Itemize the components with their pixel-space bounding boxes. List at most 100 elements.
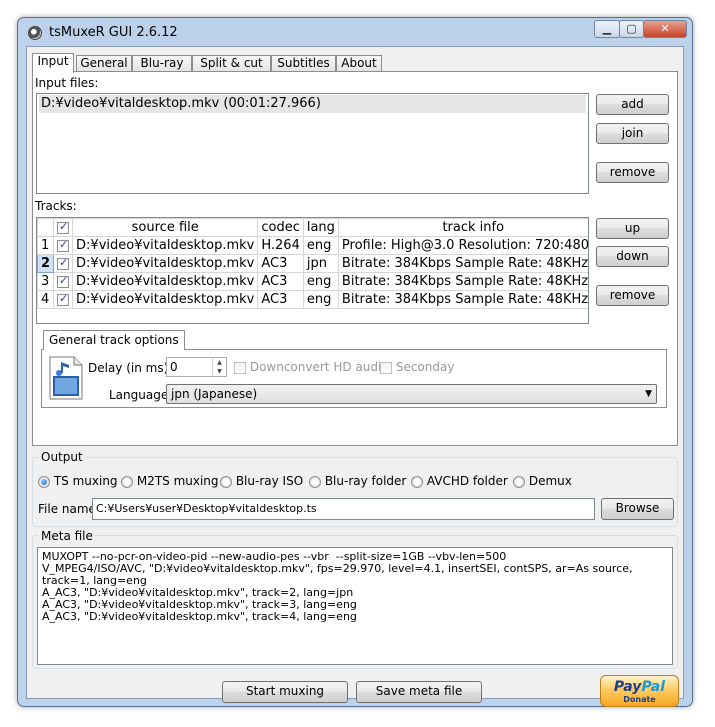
table-row[interactable]: 4 D:¥video¥vitaldesktop.mkv AC3 eng Bitr… <box>37 290 588 309</box>
app-window: tsMuxeR GUI 2.6.12 ▁ ▢ ✕ Input General B… <box>17 17 693 707</box>
delay-input[interactable]: 0 ▲ ▼ <box>166 357 227 377</box>
tab-about[interactable]: About <box>336 55 382 72</box>
secondary-label: Seconday <box>395 360 455 374</box>
add-button[interactable]: add <box>596 94 669 115</box>
radio-button[interactable] <box>411 475 423 488</box>
delay-label: Delay (in ms): <box>88 361 173 375</box>
row-number: 4 <box>37 290 55 309</box>
remove-track-button[interactable]: remove <box>596 285 669 306</box>
input-tab-panel: Input files: D:¥video¥vitaldesktop.mkv (… <box>32 71 678 446</box>
chevron-down-icon: ▼ <box>645 389 652 399</box>
cell-info: Bitrate: 384Kbps Sample Rate: 48KHz ··· <box>337 290 588 309</box>
cell-lang: jpn <box>302 254 339 273</box>
cell-info: Profile: High@3.0 Resolution: 720:480··· <box>337 236 588 255</box>
column-codec[interactable]: codec <box>257 218 304 237</box>
column-lang[interactable]: lang <box>302 218 339 237</box>
tab-input[interactable]: Input <box>32 53 74 73</box>
start-muxing-button[interactable]: Start muxing <box>222 681 348 703</box>
tab-split-cut[interactable]: Split & cut <box>192 55 271 72</box>
paypal-logo: PayPal <box>613 679 666 695</box>
maximize-button[interactable]: ▢ <box>619 20 644 38</box>
table-row[interactable]: 2 D:¥video¥vitaldesktop.mkv AC3 jpn Bitr… <box>37 254 588 273</box>
window-title: tsMuxeR GUI 2.6.12 <box>49 25 178 40</box>
language-select[interactable]: jpn (Japanese) ▼ <box>166 384 657 404</box>
radio-button[interactable] <box>309 475 321 488</box>
app-icon <box>28 26 42 40</box>
cell-lang: eng <box>302 290 339 309</box>
media-file-icon <box>49 356 83 400</box>
track-checkbox[interactable] <box>57 256 70 270</box>
radio-demux[interactable]: Demux <box>513 474 572 488</box>
radio-button[interactable] <box>513 475 525 488</box>
file-name-input[interactable]: C:¥Users¥user¥Desktop¥vitaldesktop.ts <box>92 498 595 520</box>
tracks-table[interactable]: source file codec lang track info 1 D:¥v… <box>36 217 589 324</box>
radio-bluray-folder[interactable]: Blu-ray folder <box>309 474 406 488</box>
checkbox-all[interactable] <box>57 220 70 234</box>
radio-label: Blu-ray folder <box>324 474 407 488</box>
minimize-button[interactable]: ▁ <box>594 20 620 38</box>
tab-general-track-options[interactable]: General track options <box>43 330 185 350</box>
radio-avchd-folder[interactable]: AVCHD folder <box>411 474 508 488</box>
radio-label: TS muxing <box>53 474 118 488</box>
check-all[interactable] <box>53 218 74 237</box>
cell-source: D:¥video¥vitaldesktop.mkv <box>72 290 259 309</box>
donate-label: Donate <box>623 695 656 704</box>
radio-button[interactable] <box>38 475 50 488</box>
cell-lang: eng <box>302 236 339 255</box>
input-files-label: Input files: <box>35 76 99 90</box>
cell-source: D:¥video¥vitaldesktop.mkv <box>72 272 259 291</box>
track-checkbox[interactable] <box>57 274 70 288</box>
radio-m2ts-muxing[interactable]: M2TS muxing <box>121 474 219 488</box>
tab-general[interactable]: General <box>76 55 132 72</box>
browse-button[interactable]: Browse <box>601 498 674 520</box>
row-number: 3 <box>37 272 55 291</box>
tab-bluray[interactable]: Blu-ray <box>132 55 192 72</box>
downconvert-option[interactable]: Downconvert HD audio <box>234 360 389 374</box>
table-row[interactable]: 3 D:¥video¥vitaldesktop.mkv AC3 eng Bitr… <box>37 272 588 291</box>
corner-cell <box>37 218 55 237</box>
secondary-checkbox[interactable] <box>380 361 392 374</box>
column-source-file[interactable]: source file <box>72 218 259 237</box>
track-checkbox[interactable] <box>57 238 70 252</box>
meta-file-label: Meta file <box>39 529 95 543</box>
track-down-button[interactable]: down <box>596 246 669 267</box>
row-number: 1 <box>37 236 55 255</box>
radio-bluray-iso[interactable]: Blu-ray ISO <box>220 474 303 488</box>
radio-label: Demux <box>528 474 572 488</box>
save-meta-file-button[interactable]: Save meta file <box>356 681 482 703</box>
language-label: Language: <box>109 388 173 402</box>
downconvert-checkbox[interactable] <box>234 361 246 374</box>
radio-label: M2TS muxing <box>136 474 219 488</box>
secondary-option[interactable]: Seconday <box>380 360 454 374</box>
cell-source: D:¥video¥vitaldesktop.mkv <box>72 254 259 273</box>
list-item[interactable]: D:¥video¥vitaldesktop.mkv (00:01:27.966) <box>39 95 586 113</box>
delay-spinner[interactable]: ▲ ▼ <box>212 358 226 376</box>
paypal-donate-button[interactable]: PayPal Donate <box>600 675 679 707</box>
radio-button[interactable] <box>220 475 232 488</box>
track-options-panel: Delay (in ms): 0 ▲ ▼ Downconvert HD audio… <box>41 349 667 408</box>
tab-subtitles[interactable]: Subtitles <box>271 55 336 72</box>
cell-codec: AC3 <box>257 254 304 273</box>
cell-source: D:¥video¥vitaldesktop.mkv <box>72 236 259 255</box>
join-button[interactable]: join <box>596 123 669 144</box>
meta-file-textarea[interactable]: MUXOPT --no-pcr-on-video-pid --new-audio… <box>37 547 673 665</box>
title-bar[interactable]: tsMuxeR GUI 2.6.12 ▁ ▢ ✕ <box>18 18 692 46</box>
cell-codec: AC3 <box>257 272 304 291</box>
remove-file-button[interactable]: remove <box>596 162 669 183</box>
table-row[interactable]: 1 D:¥video¥vitaldesktop.mkv H.264 eng Pr… <box>37 236 588 255</box>
tracks-grid: source file codec lang track info 1 D:¥v… <box>37 218 588 309</box>
close-button[interactable]: ✕ <box>643 20 687 38</box>
track-up-button[interactable]: up <box>596 218 669 239</box>
column-track-info[interactable]: track info <box>337 218 588 237</box>
radio-button[interactable] <box>121 475 133 488</box>
language-value: jpn (Japanese) <box>171 387 258 401</box>
cell-info: Bitrate: 384Kbps Sample Rate: 48KHz ··· <box>337 272 588 291</box>
cell-info: Bitrate: 384Kbps Sample Rate: 48KHz ··· <box>337 254 588 273</box>
input-files-list[interactable]: D:¥video¥vitaldesktop.mkv (00:01:27.966) <box>36 93 589 194</box>
cell-codec: H.264 <box>257 236 304 255</box>
track-checkbox[interactable] <box>57 292 70 306</box>
radio-ts-muxing[interactable]: TS muxing <box>38 474 118 488</box>
output-label: Output <box>39 450 85 464</box>
output-options: TS muxing M2TS muxing Blu-ray ISO Blu-ra… <box>38 474 678 490</box>
row-number: 2 <box>37 254 55 273</box>
